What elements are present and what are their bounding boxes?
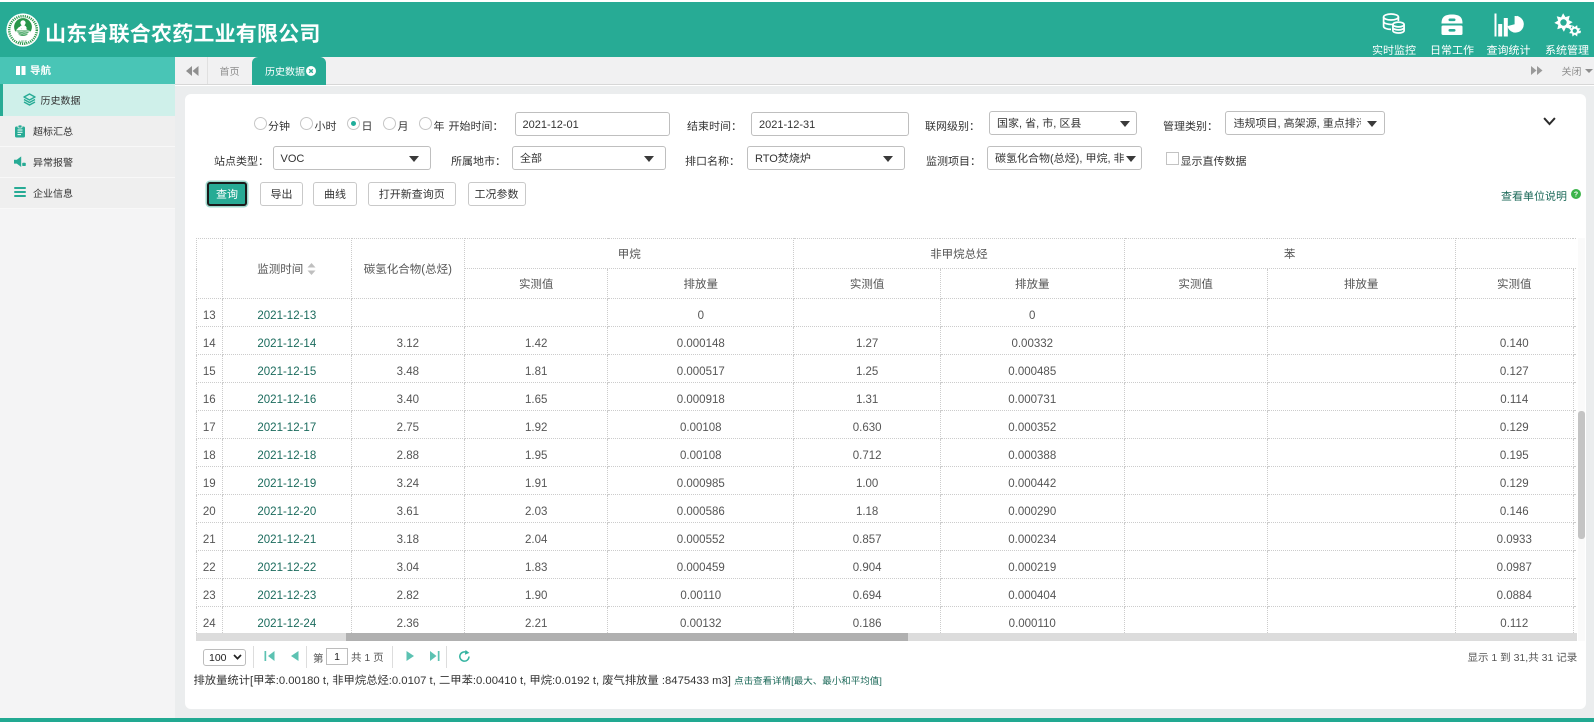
svg-text:MEE: MEE bbox=[19, 39, 28, 44]
svg-text:?: ? bbox=[1573, 192, 1577, 199]
